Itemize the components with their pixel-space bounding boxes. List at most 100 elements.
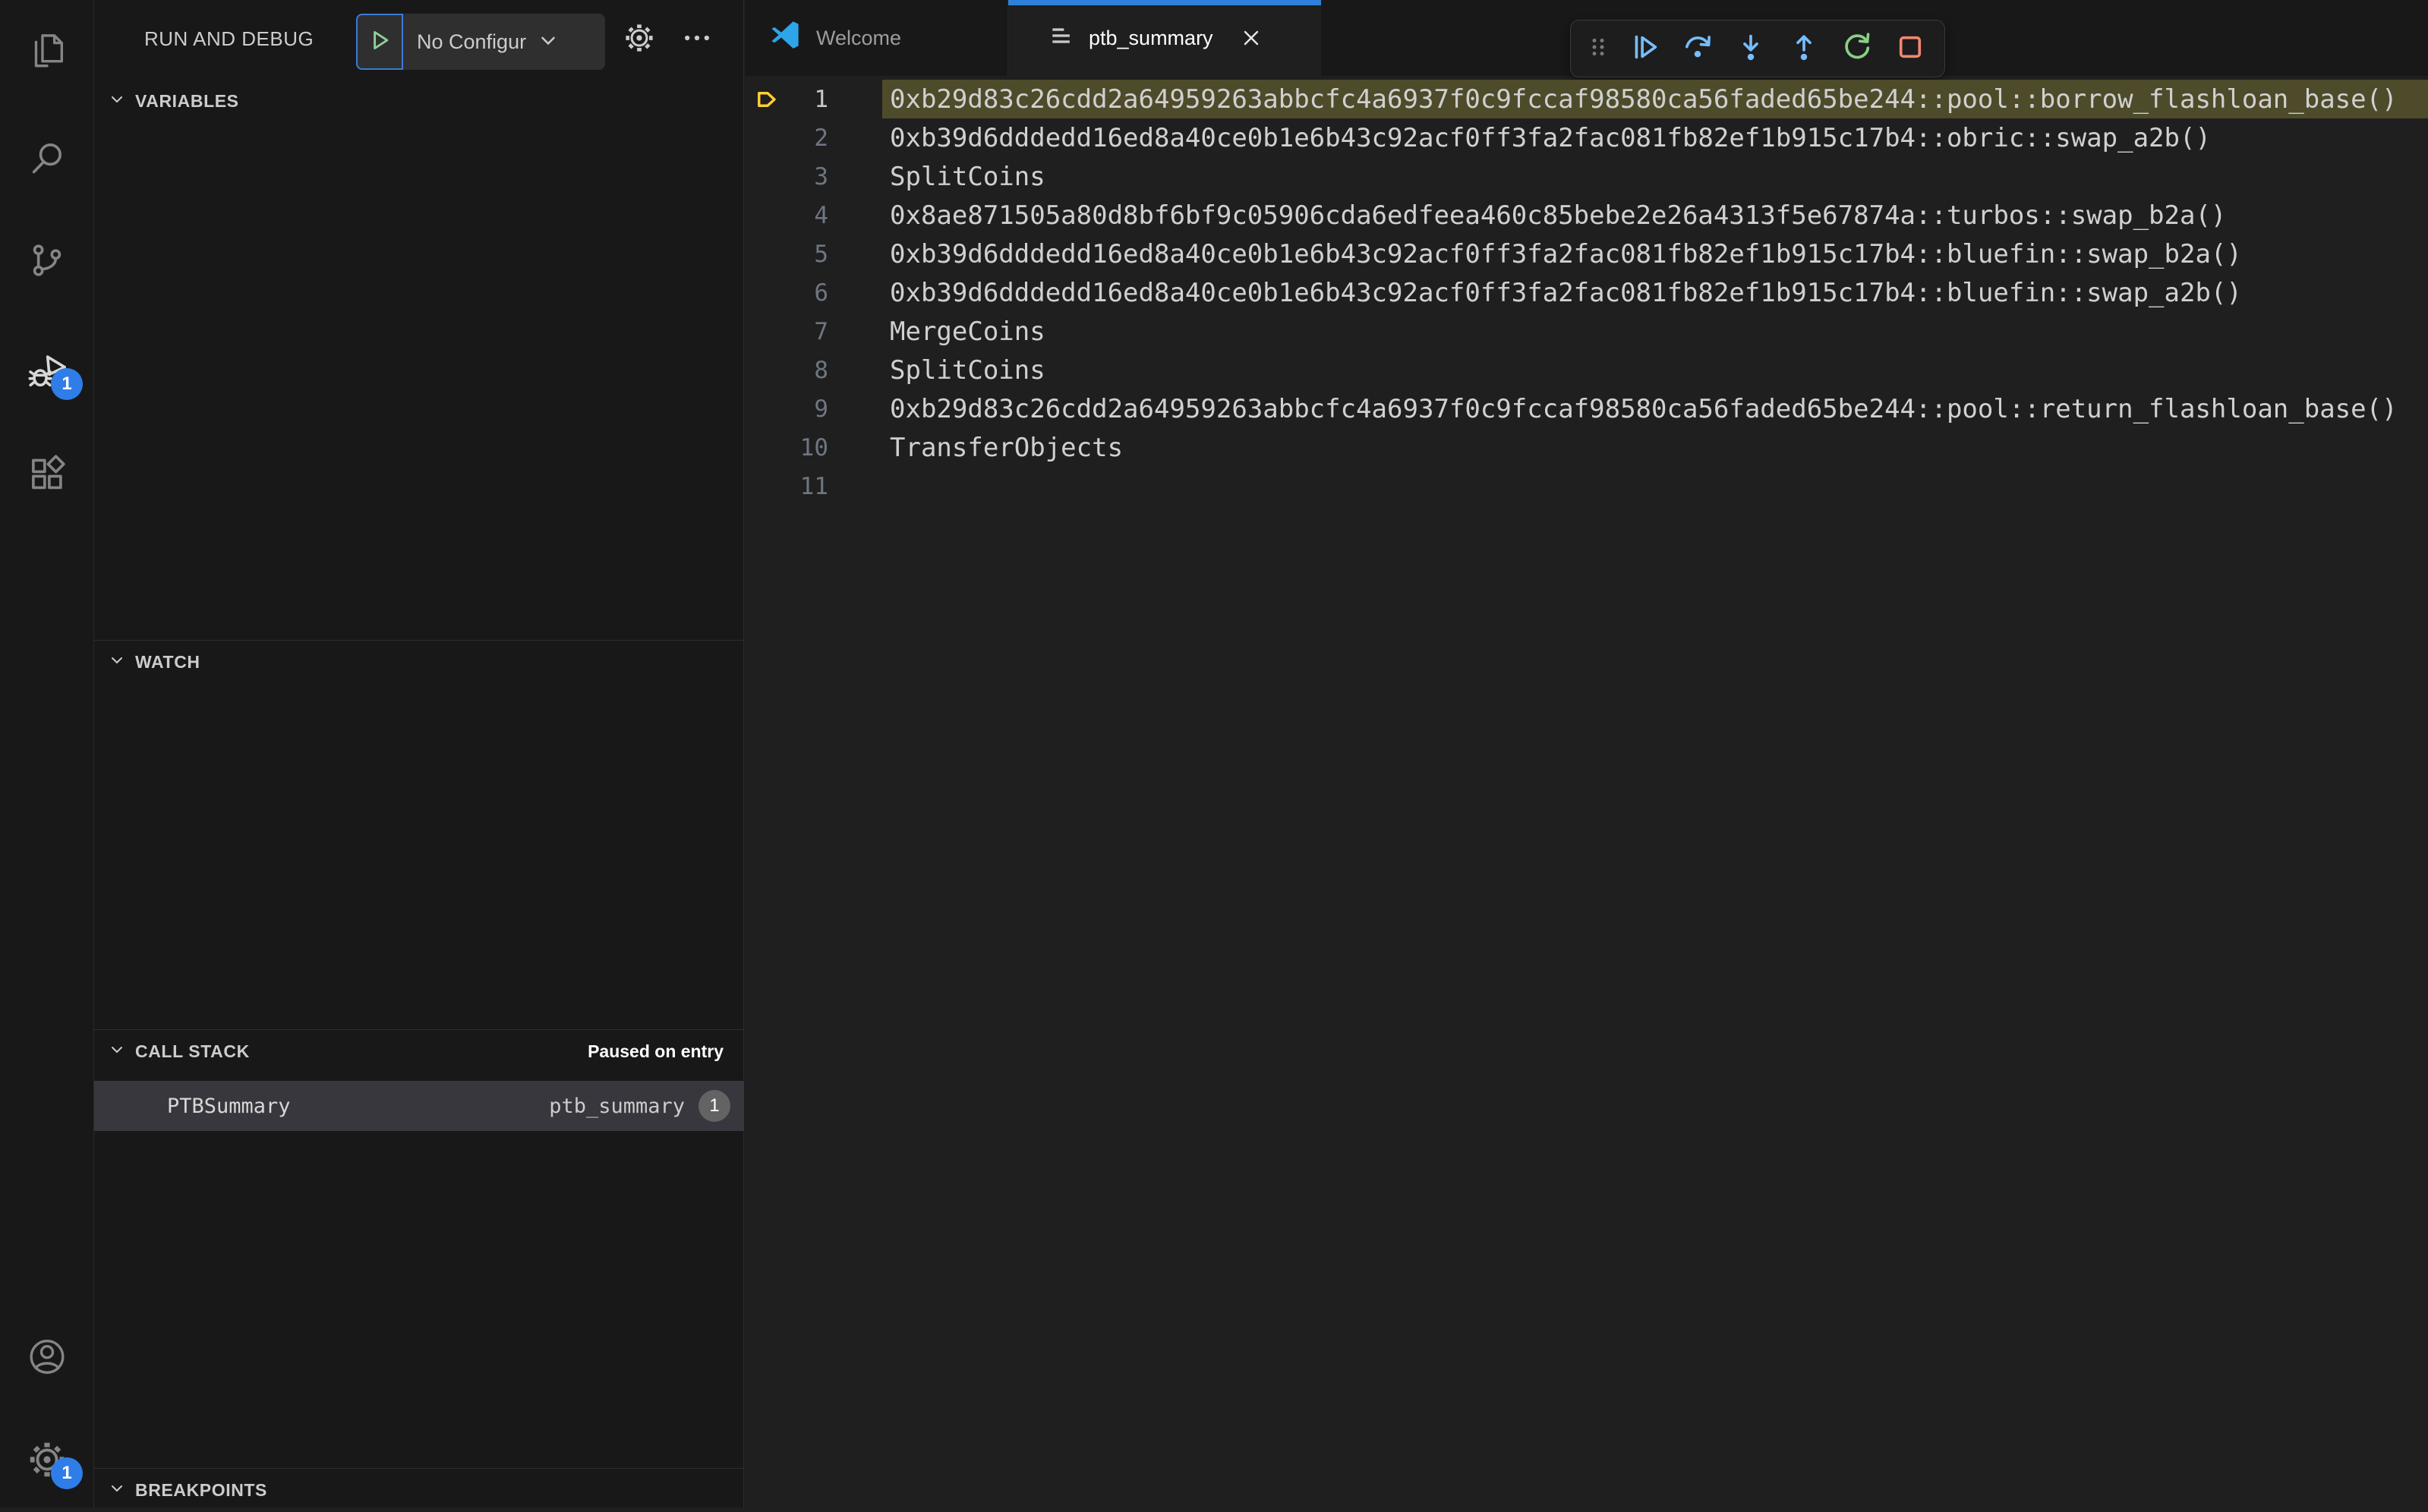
- line-number: 3: [814, 162, 828, 191]
- step-out-button[interactable]: [1777, 24, 1830, 73]
- search-icon: [25, 136, 69, 184]
- line-number: 5: [814, 240, 828, 268]
- breakpoint-gutter[interactable]: [745, 196, 795, 235]
- list-icon: [1046, 20, 1077, 56]
- line-text[interactable]: 0xb39d6dddedd16ed8a40ce0b1e6b43c92acf0ff…: [882, 118, 2428, 157]
- line-number: 8: [814, 356, 828, 384]
- run-and-debug-sidebar: RUN AND DEBUG No Configur VARIABLES WATC…: [94, 0, 744, 1507]
- close-icon[interactable]: [1234, 21, 1268, 55]
- line-text[interactable]: TransferObjects: [882, 428, 2428, 467]
- breakpoint-gutter[interactable]: [745, 428, 795, 467]
- section-watch[interactable]: WATCH: [94, 640, 743, 684]
- accounts-button[interactable]: [0, 1331, 93, 1384]
- gear-icon: [622, 20, 657, 59]
- step-into-button[interactable]: [1724, 24, 1777, 73]
- line-text[interactable]: [882, 467, 2428, 506]
- sidebar-item-extensions[interactable]: [0, 449, 93, 502]
- extensions-icon: [25, 452, 69, 500]
- settings-badge: 1: [51, 1457, 83, 1489]
- continue-button[interactable]: [1618, 24, 1671, 73]
- code-line[interactable]: 1 0xb29d83c26cdd2a64959263abbcfc4a6937f0…: [745, 80, 2428, 118]
- breakpoint-gutter[interactable]: [745, 389, 795, 428]
- line-number: 6: [814, 279, 828, 307]
- chevron-down-icon: [106, 650, 128, 675]
- settings-button[interactable]: 1: [0, 1435, 93, 1489]
- line-text[interactable]: 0xb29d83c26cdd2a64959263abbcfc4a6937f0c9…: [882, 389, 2428, 428]
- code-line[interactable]: 6 0xb39d6dddedd16ed8a40ce0b1e6b43c92acf0…: [745, 273, 2428, 312]
- files-icon: [25, 27, 69, 75]
- line-number: 9: [814, 395, 828, 423]
- code-line[interactable]: 3 SplitCoins: [745, 157, 2428, 196]
- line-number: 2: [814, 124, 828, 152]
- line-text[interactable]: SplitCoins: [882, 157, 2428, 196]
- tab-welcome[interactable]: Welcome: [745, 0, 1008, 76]
- line-number: 11: [799, 472, 828, 500]
- call-stack-frame-row[interactable]: PTBSummary ptb_summary 1: [94, 1081, 744, 1131]
- code-line[interactable]: 8 SplitCoins: [745, 351, 2428, 389]
- code-editor[interactable]: 1 0xb29d83c26cdd2a64959263abbcfc4a6937f0…: [745, 76, 2428, 506]
- code-line[interactable]: 4 0x8ae871505a80d8bf6bf9c05906cda6edfeea…: [745, 196, 2428, 235]
- account-icon: [25, 1334, 69, 1382]
- breakpoint-gutter[interactable]: [745, 235, 795, 273]
- sidebar-title: RUN AND DEBUG: [144, 27, 314, 50]
- restart-button[interactable]: [1830, 24, 1884, 73]
- debug-config-dropdown[interactable]: No Configur: [356, 14, 605, 70]
- current-stackframe-icon[interactable]: [745, 80, 795, 118]
- section-variables[interactable]: VARIABLES: [94, 79, 743, 123]
- section-label: CALL STACK: [135, 1041, 250, 1061]
- code-line[interactable]: 5 0xb39d6dddedd16ed8a40ce0b1e6b43c92acf0…: [745, 235, 2428, 273]
- play-icon: [367, 27, 393, 57]
- tab-label: Welcome: [816, 26, 902, 49]
- config-dropdown-label: No Configur: [417, 30, 527, 53]
- line-number: 1: [814, 85, 828, 113]
- breakpoint-gutter[interactable]: [745, 157, 795, 196]
- code-line[interactable]: 10 TransferObjects: [745, 428, 2428, 467]
- debug-session-badge: 1: [51, 368, 83, 400]
- breakpoint-gutter[interactable]: [745, 467, 795, 506]
- stop-button[interactable]: [1884, 24, 1937, 73]
- sidebar-item-source-control[interactable]: [0, 235, 93, 288]
- tab-ptb-summary[interactable]: ptb_summary: [1008, 0, 1321, 76]
- line-number: 7: [814, 317, 828, 345]
- restart-icon: [1840, 30, 1875, 68]
- toolbar-drag-handle[interactable]: [1578, 24, 1618, 73]
- frame-source: ptb_summary: [549, 1094, 685, 1118]
- code-line[interactable]: 7 MergeCoins: [745, 312, 2428, 351]
- line-text[interactable]: SplitCoins: [882, 351, 2428, 389]
- chevron-down-icon: [106, 89, 128, 114]
- debug-toolbar: [1570, 20, 1945, 77]
- line-text[interactable]: MergeCoins: [882, 312, 2428, 351]
- section-breakpoints[interactable]: BREAKPOINTS: [94, 1468, 743, 1512]
- configure-gear-button[interactable]: [618, 18, 661, 61]
- breakpoint-gutter[interactable]: [745, 351, 795, 389]
- tab-label: ptb_summary: [1089, 26, 1213, 49]
- line-text[interactable]: 0x8ae871505a80d8bf6bf9c05906cda6edfeea46…: [882, 196, 2428, 235]
- code-line[interactable]: 11: [745, 467, 2428, 506]
- step-over-button[interactable]: [1671, 24, 1724, 73]
- continue-icon: [1627, 30, 1662, 68]
- section-call-stack[interactable]: CALL STACK Paused on entry: [94, 1029, 743, 1073]
- stop-icon: [1893, 30, 1928, 68]
- chevron-down-icon: [106, 1039, 128, 1064]
- code-line[interactable]: 2 0xb39d6dddedd16ed8a40ce0b1e6b43c92acf0…: [745, 118, 2428, 157]
- start-debug-button[interactable]: [356, 14, 403, 70]
- breakpoint-gutter[interactable]: [745, 118, 795, 157]
- step-over-icon: [1680, 30, 1715, 68]
- sidebar-item-explorer[interactable]: [0, 24, 93, 77]
- sidebar-item-search[interactable]: [0, 133, 93, 186]
- activity-bar: 1 1: [0, 0, 94, 1507]
- step-into-icon: [1733, 30, 1768, 68]
- line-text[interactable]: 0xb29d83c26cdd2a64959263abbcfc4a6937f0c9…: [882, 80, 2428, 118]
- section-label: BREAKPOINTS: [135, 1480, 268, 1500]
- ellipsis-icon: [680, 21, 714, 58]
- more-actions-button[interactable]: [674, 18, 720, 61]
- line-text[interactable]: 0xb39d6dddedd16ed8a40ce0b1e6b43c92acf0ff…: [882, 235, 2428, 273]
- line-text[interactable]: 0xb39d6dddedd16ed8a40ce0b1e6b43c92acf0ff…: [882, 273, 2428, 312]
- pause-status: Paused on entry: [588, 1041, 724, 1061]
- breakpoint-gutter[interactable]: [745, 273, 795, 312]
- sidebar-item-run-and-debug[interactable]: 1: [0, 345, 93, 400]
- section-label: VARIABLES: [135, 90, 239, 111]
- code-line[interactable]: 9 0xb29d83c26cdd2a64959263abbcfc4a6937f0…: [745, 389, 2428, 428]
- breakpoint-gutter[interactable]: [745, 312, 795, 351]
- line-number: 10: [799, 433, 828, 461]
